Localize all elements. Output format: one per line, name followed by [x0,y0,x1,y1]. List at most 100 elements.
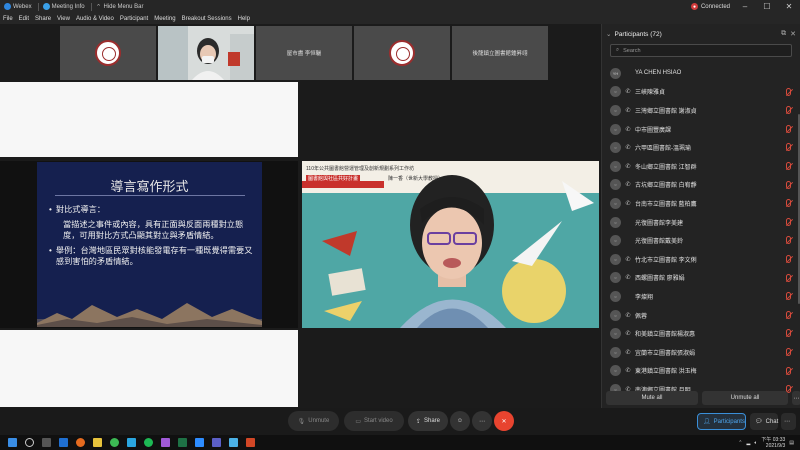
chat-label: Chat [765,418,779,425]
webex-app[interactable]: Webex [4,3,32,10]
network-icon[interactable]: ▂ [746,440,750,446]
search-input[interactable]: Search [623,48,640,54]
start-video-button[interactable]: ▭ Start video [344,411,404,431]
notification-icon[interactable]: ▤ [789,440,794,446]
unmute-button[interactable]: 🎙︎ Unmute [288,411,339,431]
participant-row[interactable]: ○ ✆ 東港鎮立圖書館 洪玉梅 [602,362,800,381]
video-thumbnail[interactable] [60,26,156,80]
muted-mic-icon[interactable] [786,310,791,319]
muted-mic-icon[interactable] [786,124,791,133]
menu-participant[interactable]: Participant [120,16,148,22]
participants-search[interactable]: ⌕ Search [610,44,792,57]
reactions-button[interactable]: ☺ [450,411,470,431]
muted-mic-icon[interactable] [786,236,791,245]
muted-mic-icon[interactable] [786,292,791,301]
windows-start-icon[interactable] [8,438,17,447]
edge-legacy-icon[interactable] [127,438,136,447]
close-panel-icon[interactable]: ✕ [790,30,796,38]
excel-icon[interactable] [178,438,187,447]
participant-row[interactable]: ○ ✆ 竹北市立圖書館 李文俐 [602,250,800,269]
participant-row[interactable]: ○ ✆ 三峽陳雅貞 [602,83,800,102]
zoom-icon[interactable] [195,438,204,447]
spotify-icon[interactable] [144,438,153,447]
clock[interactable]: 下午 03:33 2021/9/3 [761,437,785,449]
participant-row[interactable]: ○ ✆ 古坑鄉立圖書館 白宥靜 [602,176,800,195]
muted-mic-icon[interactable] [786,161,791,170]
muted-mic-icon[interactable] [786,199,791,208]
muted-mic-icon[interactable] [786,273,791,282]
task-view-icon[interactable] [42,438,51,447]
participant-row[interactable]: ○ ✆ 三灣鄉立圖書館 謝淑貞 [602,101,800,120]
avatar-icon: ○ [610,179,621,191]
edge-icon[interactable] [59,438,68,447]
menu-meeting[interactable]: Meeting [154,16,175,22]
participant-row[interactable]: ○ ✆ 台南市立圖書館 藍柏鷹 [602,194,800,213]
menu-help[interactable]: Help [238,16,250,22]
participant-name: 竹北市立圖書館 李文俐 [635,257,697,264]
system-tray: ⌃ ▂ 🔈︎ 下午 03:33 2021/9/3 ▤ [738,437,800,449]
unmute-label: Unmute [308,418,330,424]
app-icon[interactable] [161,438,170,447]
participant-row[interactable]: ○ ✆ 和美鎮立圖書館楊淑惠 [602,324,800,343]
participant-row[interactable]: ○ ✆ 中市圖豐廣課 [602,120,800,139]
unmute-all-button[interactable]: Unmute all [702,391,788,405]
muted-mic-icon[interactable] [786,143,791,152]
muted-mic-icon[interactable] [786,347,791,356]
search-icon[interactable] [25,438,34,447]
muted-mic-icon[interactable] [786,254,791,263]
minimize-button[interactable]: – [738,0,752,13]
mute-all-button[interactable]: Mute all [606,391,698,405]
participant-row[interactable]: ○ 光復圖書館戴美鈴 [602,231,800,250]
avatar: YH [610,67,621,79]
participant-row[interactable]: ○ ✆ 佩蓉 [602,306,800,325]
video-thumbnail[interactable] [158,26,254,80]
chat-button[interactable]: 💬︎ Chat [750,413,778,430]
participants-toggle-button[interactable]: 👤︎ Participants [697,413,746,430]
muted-mic-icon[interactable] [786,87,791,96]
participant-row[interactable]: ○ ✆ 宜蘭市立圖書館張淑娟 [602,343,800,362]
connection-status[interactable]: ● Connected [690,3,730,10]
popout-icon[interactable]: ⧉ [781,30,786,38]
more-options-icon[interactable]: ⋯ [792,391,800,405]
participant-row[interactable]: ○ 光復圖書館李美建 [602,213,800,232]
webex-taskbar-icon[interactable] [229,438,238,447]
video-thumbnail[interactable] [354,26,450,80]
menu-audio-video[interactable]: Audio & Video [76,16,114,22]
powerpoint-icon[interactable] [246,438,255,447]
more-panels-button[interactable]: ⋯ [781,413,796,430]
close-button[interactable]: ✕ [782,0,796,13]
menu-edit[interactable]: Edit [19,16,29,22]
leave-meeting-button[interactable]: ✕ [494,411,514,431]
muted-mic-icon[interactable] [786,180,791,189]
participant-name: 冬山鄉立圖書館 江智群 [635,164,697,171]
chevron-down-icon[interactable]: ⌄ [606,30,611,38]
active-speaker-video[interactable]: 110年公共圖書館營運管理及創新規劃系列工作坊 圖書館與社區共好計畫 陳一香（世… [302,161,599,328]
video-thumbnail[interactable]: 後龍鎮立圖書館鍾昇翊 [452,26,548,80]
maximize-button[interactable]: ☐ [760,0,774,13]
muted-mic-icon[interactable] [786,217,791,226]
folder-icon[interactable] [93,438,102,447]
participant-row[interactable]: ○ 李燦翔 [602,287,800,306]
chrome-icon[interactable] [110,438,119,447]
participant-row[interactable]: ○ ✆ 西螺圖書館 廖雅娟 [602,269,800,288]
muted-mic-icon[interactable] [786,106,791,115]
more-options-button[interactable]: ⋯ [472,411,492,431]
participant-row[interactable]: ○ ✆ 六甲區圖書館-溫珮瑜 [602,138,800,157]
firefox-icon[interactable] [76,438,85,447]
menu-file[interactable]: File [3,16,13,22]
video-thumbnail[interactable]: 屋市盡 李恒驪 [256,26,352,80]
menu-breakout-sessions[interactable]: Breakout Sessions [182,16,232,22]
participant-row[interactable]: YH YA CHEN HSIAO [602,64,800,83]
menu-view[interactable]: View [57,16,70,22]
share-button[interactable]: ⇪ Share [408,411,448,431]
muted-mic-icon[interactable] [786,329,791,338]
hide-menu-bar-button[interactable]: ⌃ Hide Menu Bar [96,3,144,11]
meeting-info-button[interactable]: Meeting Info [42,3,85,10]
participant-row[interactable]: ○ ✆ 冬山鄉立圖書館 江智群 [602,157,800,176]
chevron-up-icon[interactable]: ⌃ [738,440,742,446]
menu-share[interactable]: Share [35,16,51,22]
teams-icon[interactable] [212,438,221,447]
participant-name: 屋市盡 李恒驪 [286,51,322,57]
volume-icon[interactable]: 🔈︎ [754,440,757,446]
muted-mic-icon[interactable] [786,366,791,375]
